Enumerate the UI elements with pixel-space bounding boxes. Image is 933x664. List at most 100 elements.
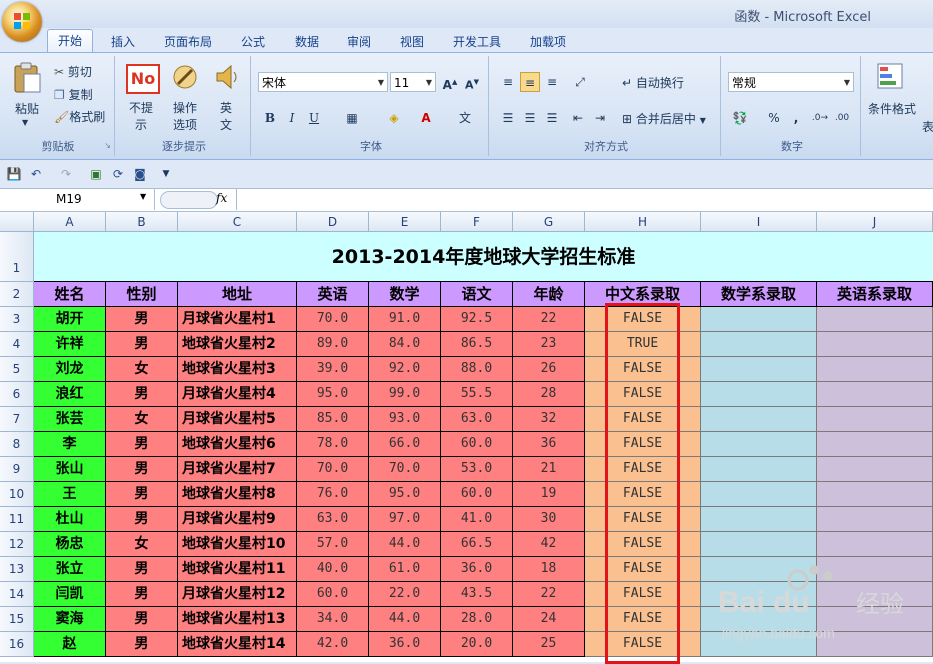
formula-bar-handle[interactable] — [160, 191, 218, 209]
row-header[interactable]: 13 — [0, 557, 34, 582]
table-cell[interactable]: 66.0 — [369, 432, 441, 457]
header-cell[interactable]: 年龄 — [513, 282, 585, 307]
table-cell[interactable]: 李 — [34, 432, 106, 457]
font-size-combo[interactable]: 11 ▼ — [390, 72, 436, 92]
table-cell[interactable]: 40.0 — [297, 557, 369, 582]
row-header[interactable]: 4 — [0, 332, 34, 357]
table-cell[interactable]: 22 — [513, 307, 585, 332]
table-cell[interactable]: 闫凯 — [34, 582, 106, 607]
table-cell[interactable]: 57.0 — [297, 532, 369, 557]
table-cell[interactable]: 44.0 — [369, 607, 441, 632]
header-cell[interactable]: 数学 — [369, 282, 441, 307]
table-cell[interactable] — [817, 507, 933, 532]
increase-decimal-icon[interactable]: .0→ — [810, 108, 830, 128]
undo-icon[interactable]: ↶ — [26, 164, 46, 184]
table-cell[interactable] — [817, 357, 933, 382]
table-cell[interactable]: 男 — [106, 432, 178, 457]
table-cell[interactable]: 杨忠 — [34, 532, 106, 557]
grow-font-icon[interactable]: A▲ — [440, 72, 460, 92]
table-cell[interactable] — [701, 407, 817, 432]
table-cell[interactable]: 76.0 — [297, 482, 369, 507]
table-cell[interactable] — [701, 332, 817, 357]
table-cell[interactable]: 地球省火星村14 — [178, 632, 297, 657]
save-icon[interactable]: 💾 — [4, 164, 24, 184]
refresh-icon[interactable]: ⟳ — [108, 164, 128, 184]
header-cell[interactable]: 地址 — [178, 282, 297, 307]
table-cell[interactable]: 60.0 — [441, 432, 513, 457]
tab-page-layout[interactable]: 页面布局 — [164, 32, 212, 52]
copy-button[interactable]: ❐ 复制 — [54, 86, 93, 103]
decrease-decimal-icon[interactable]: .00 — [832, 108, 852, 128]
tab-developer[interactable]: 开发工具 — [453, 32, 501, 52]
column-header-d[interactable]: D — [297, 212, 369, 232]
table-cell[interactable]: 60.0 — [441, 482, 513, 507]
align-right-icon[interactable]: ☰ — [542, 108, 562, 128]
table-cell[interactable] — [817, 532, 933, 557]
column-header-c[interactable]: C — [178, 212, 297, 232]
row-header[interactable]: 7 — [0, 407, 34, 432]
table-cell[interactable]: 男 — [106, 482, 178, 507]
column-header-j[interactable]: J — [817, 212, 933, 232]
table-cell[interactable]: 28.0 — [441, 607, 513, 632]
table-cell[interactable] — [701, 382, 817, 407]
no-prompt-button[interactable]: 不提示 — [128, 100, 154, 134]
table-cell[interactable] — [701, 357, 817, 382]
table-cell[interactable]: 22.0 — [369, 582, 441, 607]
align-top-icon[interactable]: ≡ — [498, 72, 518, 92]
conditional-format-button[interactable]: 条件格式 — [868, 100, 916, 117]
tab-formulas[interactable]: 公式 — [241, 32, 265, 52]
redo-icon[interactable]: ↷ — [56, 164, 76, 184]
table-cell[interactable]: 30 — [513, 507, 585, 532]
tab-view[interactable]: 视图 — [400, 32, 424, 52]
tab-review[interactable]: 审阅 — [347, 32, 371, 52]
row-header[interactable]: 8 — [0, 432, 34, 457]
table-cell[interactable]: 93.0 — [369, 407, 441, 432]
row-header[interactable]: 10 — [0, 482, 34, 507]
name-box[interactable]: M19 — [0, 189, 155, 210]
font-name-combo[interactable]: 宋体 ▼ — [258, 72, 388, 92]
table-cell[interactable]: 月球省火星村7 — [178, 457, 297, 482]
paste-button[interactable]: 粘贴 — [15, 100, 39, 117]
header-cell[interactable]: 英语系录取 — [817, 282, 933, 307]
table-cell[interactable]: 55.5 — [441, 382, 513, 407]
table-cell[interactable]: 36.0 — [441, 557, 513, 582]
table-cell[interactable]: 42.0 — [297, 632, 369, 657]
row-header[interactable]: 15 — [0, 607, 34, 632]
customize-qat-icon[interactable]: ▼ — [156, 164, 176, 184]
align-left-icon[interactable]: ☰ — [498, 108, 518, 128]
table-cell[interactable]: 88.0 — [441, 357, 513, 382]
table-cell[interactable]: 42 — [513, 532, 585, 557]
number-format-combo[interactable]: 常规 ▼ — [728, 72, 854, 92]
table-cell[interactable]: 18 — [513, 557, 585, 582]
fill-color-icon[interactable]: ◈ — [384, 108, 404, 128]
name-box-dropdown-icon[interactable]: ▼ — [140, 192, 146, 201]
table-cell[interactable]: 男 — [106, 457, 178, 482]
table-cell[interactable]: 91.0 — [369, 307, 441, 332]
italic-icon[interactable]: I — [282, 108, 302, 128]
table-cell[interactable]: 89.0 — [297, 332, 369, 357]
column-header-a[interactable]: A — [34, 212, 106, 232]
percent-icon[interactable]: % — [764, 108, 784, 128]
excel-file-icon[interactable]: ▣ — [86, 164, 106, 184]
no-prompt-icon[interactable]: No — [126, 64, 160, 94]
english-button[interactable]: 英文 — [219, 100, 233, 134]
table-cell[interactable]: 男 — [106, 307, 178, 332]
table-cell[interactable]: 月球省火星村5 — [178, 407, 297, 432]
insert-function-icon[interactable]: fx — [216, 191, 227, 205]
wrap-text-button[interactable]: ↵ 自动换行 — [622, 74, 684, 91]
table-cell[interactable]: 窦海 — [34, 607, 106, 632]
paste-dropdown-icon[interactable]: ▼ — [22, 118, 28, 127]
table-cell[interactable]: 男 — [106, 557, 178, 582]
table-cell[interactable]: 王 — [34, 482, 106, 507]
table-cell[interactable]: 28 — [513, 382, 585, 407]
table-cell[interactable]: 男 — [106, 382, 178, 407]
table-cell[interactable]: 男 — [106, 632, 178, 657]
bold-icon[interactable]: B — [260, 108, 280, 128]
table-cell[interactable]: 66.5 — [441, 532, 513, 557]
table-cell[interactable]: 23 — [513, 332, 585, 357]
header-cell[interactable]: 语文 — [441, 282, 513, 307]
row-header[interactable]: 3 — [0, 307, 34, 332]
row-header[interactable]: 1 — [0, 232, 34, 282]
table-cell[interactable]: 36 — [513, 432, 585, 457]
dialog-launcher-icon[interactable]: ↘ — [104, 141, 111, 150]
